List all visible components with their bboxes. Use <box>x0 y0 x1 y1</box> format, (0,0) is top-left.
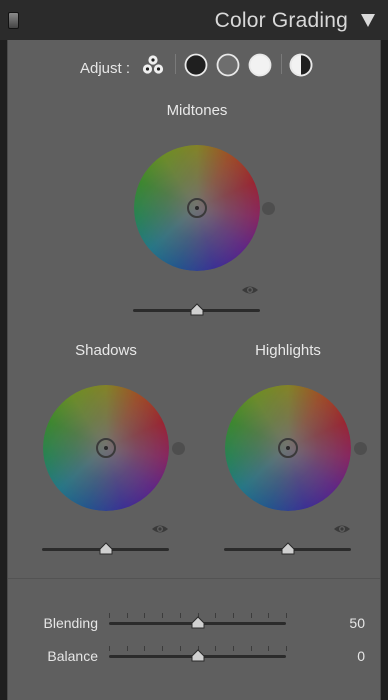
mode-separator <box>175 54 176 74</box>
balance-value[interactable]: 0 <box>325 648 365 664</box>
blending-label: Blending <box>43 615 99 631</box>
highlights-side-dot[interactable] <box>354 442 367 455</box>
midtones-color-wheel[interactable] <box>134 145 260 271</box>
panel-header[interactable]: Color Grading <box>0 0 388 40</box>
panel-body: Adjust : Midtones Shadows Highlights Ble… <box>7 40 381 700</box>
slider-tick <box>162 646 163 651</box>
slider-tick <box>268 646 269 651</box>
highlights-eye-icon[interactable] <box>333 523 351 535</box>
shadows-side-dot[interactable] <box>172 442 185 455</box>
section-divider <box>8 578 380 579</box>
shadows-label: Shadows <box>75 342 137 359</box>
shadows-wheel-handle[interactable] <box>96 438 116 458</box>
slider-tick <box>233 613 234 618</box>
three-circles-icon[interactable] <box>141 53 165 77</box>
slider-tick <box>180 646 181 651</box>
slider-tick <box>127 646 128 651</box>
blending-slider-thumb[interactable] <box>191 616 205 630</box>
slider-tick <box>144 613 145 618</box>
slider-tick <box>286 646 287 651</box>
highlights-label: Highlights <box>255 342 321 359</box>
panel-title: Color Grading <box>214 9 348 32</box>
color-grading-panel: Color Grading Adjust : Midtones Shadows … <box>0 0 388 700</box>
highlights-color-wheel[interactable] <box>225 385 351 511</box>
slider-tick <box>215 646 216 651</box>
highlights-luminance-thumb[interactable] <box>281 542 295 556</box>
shadows-luminance-thumb[interactable] <box>99 542 113 556</box>
midtones-side-dot[interactable] <box>262 202 275 215</box>
slider-tick <box>251 646 252 651</box>
midtones-wheel-handle[interactable] <box>187 198 207 218</box>
slider-tick <box>268 613 269 618</box>
midtones-eye-icon[interactable] <box>241 284 259 296</box>
balance-label: Balance <box>47 648 98 664</box>
shadows-eye-icon[interactable] <box>151 523 169 535</box>
panel-switch-toggle[interactable] <box>8 12 19 29</box>
slider-tick <box>251 613 252 618</box>
slider-tick <box>233 646 234 651</box>
highlights-wheel-handle[interactable] <box>278 438 298 458</box>
shadows-color-wheel[interactable] <box>43 385 169 511</box>
slider-tick <box>109 613 110 618</box>
dark-circle-icon[interactable] <box>184 53 208 77</box>
midtones-luminance-thumb[interactable] <box>190 303 204 317</box>
slider-tick <box>127 613 128 618</box>
balance-slider-thumb[interactable] <box>191 649 205 663</box>
slider-tick <box>162 613 163 618</box>
slider-tick <box>180 613 181 618</box>
half-circle-icon[interactable] <box>289 53 313 77</box>
mode-separator <box>281 54 282 74</box>
adjust-label: Adjust : <box>80 60 131 77</box>
blending-value[interactable]: 50 <box>325 615 365 631</box>
slider-tick <box>215 613 216 618</box>
slider-tick <box>286 613 287 618</box>
slider-tick <box>144 646 145 651</box>
slider-tick <box>109 646 110 651</box>
triangle-down-icon[interactable] <box>361 14 375 27</box>
white-circle-icon[interactable] <box>248 53 272 77</box>
midtones-label: Midtones <box>166 102 228 119</box>
gray-circle-icon[interactable] <box>216 53 240 77</box>
